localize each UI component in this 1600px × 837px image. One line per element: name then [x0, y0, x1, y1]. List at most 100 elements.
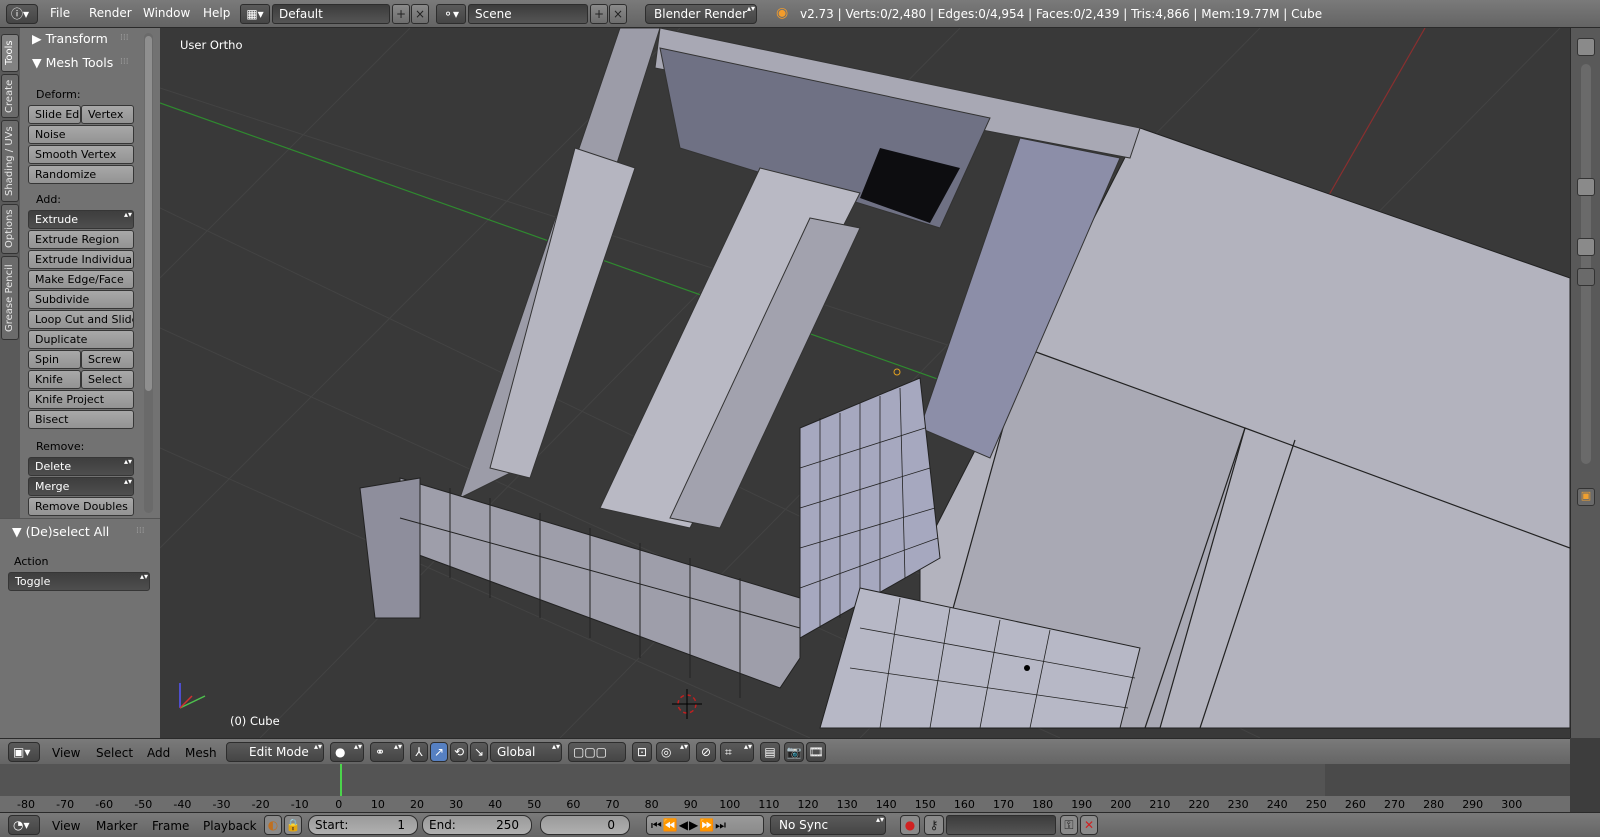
subdivide-button[interactable]: Subdivide	[28, 290, 134, 309]
redo-panel-toggle[interactable]: ▼ (De)select All	[12, 524, 109, 539]
loop-cut-and-slide-button[interactable]: Loop Cut and Slide	[28, 310, 134, 329]
bisect-button[interactable]: Bisect	[28, 410, 134, 429]
current-frame-field[interactable]: 0	[540, 815, 630, 835]
menu-marker[interactable]: Marker	[96, 819, 137, 833]
add-layout-icon[interactable]: +	[392, 4, 410, 24]
make-edge-face-button[interactable]: Make Edge/Face	[28, 270, 134, 289]
menu-frame[interactable]: Frame	[152, 819, 189, 833]
render-animation-icon[interactable]: 🎞	[806, 742, 826, 762]
timeline-tick-label: 250	[1305, 798, 1327, 811]
timeline-tick-label: 280	[1423, 798, 1445, 811]
auto-keying-record-icon[interactable]: ●	[900, 815, 920, 835]
randomize-button[interactable]: Randomize	[28, 165, 134, 184]
menu-add[interactable]: Add	[147, 746, 170, 760]
editor-type-icon[interactable]	[1577, 38, 1595, 56]
remove-scene-icon[interactable]: ×	[609, 4, 627, 24]
proportional-edit-select[interactable]: ◎	[656, 742, 690, 762]
noise-button[interactable]: Noise	[28, 125, 134, 144]
properties-scrollbar[interactable]	[1581, 64, 1591, 464]
scene-name-field[interactable]: Scene	[468, 4, 588, 24]
delete-menu-button[interactable]: Delete	[28, 457, 134, 476]
insert-keyframe-icon[interactable]: ⚿	[1060, 815, 1078, 835]
extrude-menu-button[interactable]: Extrude	[28, 210, 134, 229]
current-frame-indicator[interactable]	[340, 764, 342, 796]
editor-type-info-button[interactable]: ⓘ▾	[6, 4, 38, 24]
tab-grease-pencil[interactable]: Grease Pencil	[1, 256, 19, 340]
menu-select[interactable]: Select	[96, 746, 133, 760]
mesh-tools-panel-toggle[interactable]: ▼ Mesh Tools	[32, 55, 113, 70]
rotate-manipulator-icon[interactable]: ⟲	[450, 742, 468, 762]
keying-set-icon[interactable]: ⚷	[924, 815, 944, 835]
scene-browse-icon[interactable]: ⚬▾	[436, 4, 466, 24]
remove-doubles-button[interactable]: Remove Doubles	[28, 497, 134, 516]
slide-edge-button[interactable]: Slide Ed	[28, 105, 81, 124]
viewport-shading-select[interactable]: ●	[330, 742, 364, 762]
extrude-region-button[interactable]: Extrude Region	[28, 230, 134, 249]
object-data-icon[interactable]: ▣	[1577, 488, 1595, 506]
lock-range-icon[interactable]: 🔒	[284, 815, 302, 835]
menu-window[interactable]: Window	[143, 6, 190, 20]
opengl-render-icon[interactable]: ▤	[760, 742, 780, 762]
outliner-icon[interactable]	[1577, 178, 1595, 196]
panel-grip-icon[interactable]: ⁞⁞⁞	[120, 33, 129, 43]
pin-icon[interactable]	[1577, 238, 1595, 256]
timeline-ruler[interactable]	[0, 796, 1570, 812]
menu-render[interactable]: Render	[89, 6, 132, 20]
delete-keyframe-icon[interactable]: ✕	[1080, 815, 1098, 835]
action-select[interactable]: Toggle	[8, 572, 150, 591]
scale-manipulator-icon[interactable]: ↘	[470, 742, 488, 762]
menu-timeline-view[interactable]: View	[52, 819, 80, 833]
tab-tools[interactable]: Tools	[1, 34, 19, 72]
spin-button[interactable]: Spin	[28, 350, 81, 369]
playback-controls[interactable]: ⏮⏪◀▶⏩⏭	[646, 815, 764, 835]
menu-playback[interactable]: Playback	[203, 819, 257, 833]
tab-options[interactable]: Options	[1, 204, 19, 254]
tab-shading-uvs[interactable]: Shading / UVs	[1, 120, 19, 202]
render-engine-select[interactable]: Blender Render	[645, 4, 757, 24]
vertex-slide-button[interactable]: Vertex	[81, 105, 134, 124]
knife-select-button[interactable]: Select	[81, 370, 134, 389]
layout-browse-icon[interactable]: ▦▾	[240, 4, 270, 24]
menu-mesh[interactable]: Mesh	[185, 746, 217, 760]
select-mode-buttons[interactable]: ▢▢▢	[568, 742, 626, 762]
duplicate-button[interactable]: Duplicate	[28, 330, 134, 349]
end-frame-field[interactable]: End: 250	[422, 815, 532, 835]
merge-menu-button[interactable]: Merge	[28, 477, 134, 496]
sync-mode-select[interactable]: No Sync	[770, 815, 886, 835]
render-image-icon[interactable]: 📷	[784, 742, 804, 762]
add-scene-icon[interactable]: +	[590, 4, 608, 24]
dropdown-icon[interactable]	[1577, 268, 1595, 286]
3d-viewport[interactable]	[160, 28, 1570, 738]
transform-orientation-select[interactable]: Global	[490, 742, 562, 762]
knife-button[interactable]: Knife	[28, 370, 81, 389]
knife-project-button[interactable]: Knife Project	[28, 390, 134, 409]
limit-selection-icon[interactable]: ⊡	[632, 742, 652, 762]
translate-manipulator-icon[interactable]: ↗	[430, 742, 448, 762]
pivot-point-select[interactable]: ⚭	[370, 742, 404, 762]
editor-type-timeline-button[interactable]: ◔▾	[8, 815, 40, 835]
start-frame-field[interactable]: Start: 1	[308, 815, 418, 835]
extrude-individual-button[interactable]: Extrude Individual	[28, 250, 134, 269]
menu-file[interactable]: File	[50, 6, 70, 20]
panel-grip-icon[interactable]: ⁞⁞⁞	[120, 57, 129, 67]
3d-cursor-icon[interactable]	[672, 689, 702, 719]
snap-element-select[interactable]: ⌗	[720, 742, 754, 762]
layout-name-field[interactable]: Default	[272, 4, 390, 24]
tab-create[interactable]: Create	[1, 74, 19, 118]
snap-toggle-icon[interactable]: ⊘	[696, 742, 716, 762]
transform-panel-toggle[interactable]: ▶ Transform	[32, 31, 108, 46]
end-frame-label: End:	[429, 818, 456, 832]
manipulator-toggle-icon[interactable]: ⅄	[410, 742, 428, 762]
tool-shelf-scrollbar-thumb[interactable]	[145, 36, 152, 391]
use-preview-range-icon[interactable]: ◐	[264, 815, 282, 835]
timeline-tick-label: 160	[953, 798, 975, 811]
mode-select[interactable]: Edit Mode	[226, 742, 324, 762]
menu-help[interactable]: Help	[203, 6, 230, 20]
remove-layout-icon[interactable]: ×	[411, 4, 429, 24]
editor-type-3dview-button[interactable]: ▣▾	[8, 742, 40, 762]
smooth-vertex-button[interactable]: Smooth Vertex	[28, 145, 134, 164]
screw-button[interactable]: Screw	[81, 350, 134, 369]
panel-grip-icon[interactable]: ⁞⁞⁞	[136, 526, 145, 536]
menu-view[interactable]: View	[52, 746, 80, 760]
active-keying-set-field[interactable]	[946, 815, 1056, 835]
